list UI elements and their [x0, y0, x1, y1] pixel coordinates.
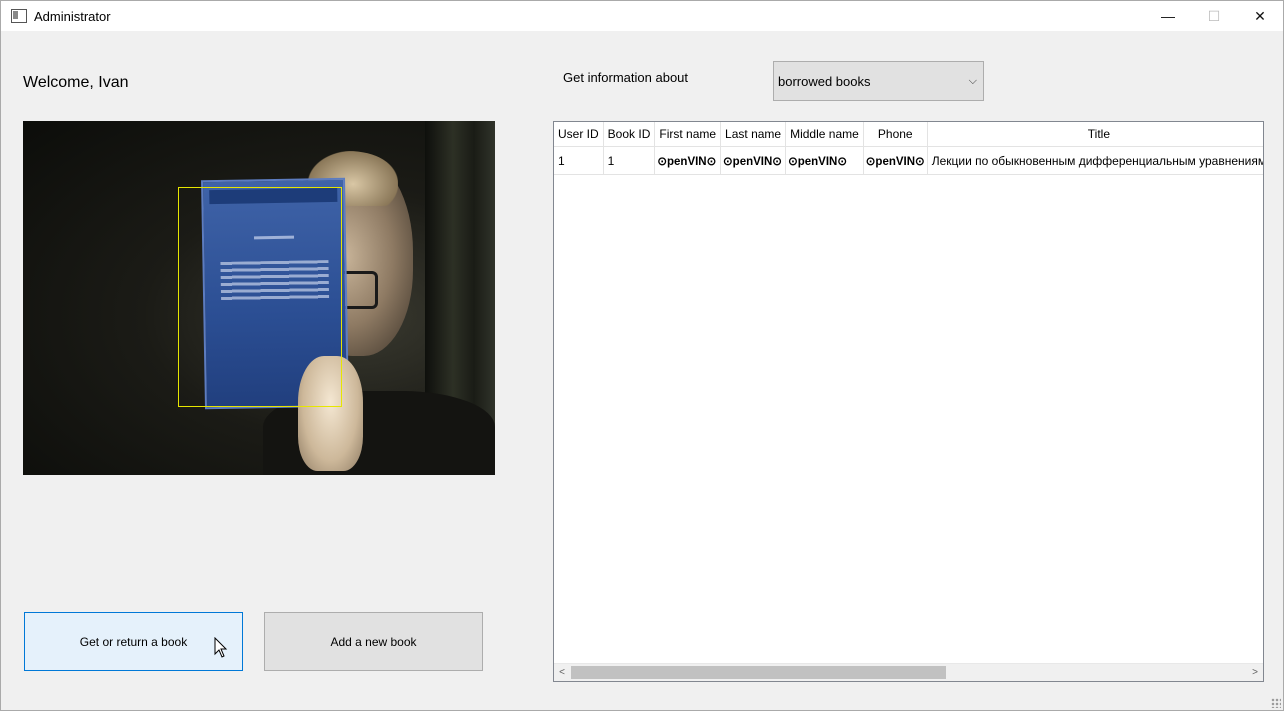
- info-type-selected-value: borrowed books: [778, 73, 871, 89]
- column-header-middle-name[interactable]: Middle name: [785, 122, 864, 147]
- chevron-down-icon: ⌵: [968, 75, 977, 87]
- mouse-cursor-icon: [214, 637, 228, 658]
- column-header-phone[interactable]: Phone: [863, 122, 928, 147]
- cell-phone[interactable]: ⊙penVIN⊙: [863, 146, 928, 175]
- column-header-last-name[interactable]: Last name: [720, 122, 787, 147]
- add-new-book-button[interactable]: Add a new book: [264, 612, 483, 671]
- column-header-title[interactable]: Title: [927, 122, 1263, 147]
- cell-user-id[interactable]: 1: [554, 146, 604, 175]
- info-label: Get information about: [563, 70, 689, 85]
- column-header-user-id[interactable]: User ID: [554, 122, 604, 147]
- cell-first-name[interactable]: ⊙penVIN⊙: [654, 146, 722, 175]
- camera-feed: [23, 121, 495, 475]
- results-table: User ID Book ID First name Last name Mid…: [553, 121, 1264, 682]
- maximize-button[interactable]: ☐: [1191, 1, 1237, 31]
- table-header-row: User ID Book ID First name Last name Mid…: [554, 122, 1263, 147]
- info-type-select[interactable]: borrowed books ⌵: [773, 61, 984, 101]
- horizontal-scrollbar[interactable]: < >: [554, 663, 1263, 681]
- welcome-label: Welcome, Ivan: [23, 74, 129, 91]
- scroll-right-arrow-icon[interactable]: >: [1247, 665, 1263, 680]
- cell-book-id[interactable]: 1: [603, 146, 656, 175]
- app-icon: [11, 9, 27, 23]
- minimize-button[interactable]: —: [1145, 1, 1191, 31]
- cell-last-name[interactable]: ⊙penVIN⊙: [720, 146, 787, 175]
- app-window: Administrator — ☐ ✕ Welcome, Ivan Get or…: [0, 0, 1284, 711]
- get-or-return-book-button[interactable]: Get or return a book: [24, 612, 243, 671]
- table-row[interactable]: 1 1 ⊙penVIN⊙ ⊙penVIN⊙ ⊙penVIN⊙ ⊙penVIN⊙ …: [554, 146, 1263, 175]
- scroll-left-arrow-icon[interactable]: <: [554, 665, 570, 680]
- column-header-first-name[interactable]: First name: [654, 122, 722, 147]
- detection-box: [178, 187, 342, 407]
- cell-title[interactable]: Лекции по обыкновенным дифференциальным …: [927, 146, 1263, 175]
- window-controls: — ☐ ✕: [1145, 1, 1283, 31]
- title-bar: Administrator — ☐ ✕: [1, 1, 1283, 31]
- column-header-book-id[interactable]: Book ID: [603, 122, 656, 147]
- window-title: Administrator: [34, 8, 111, 24]
- close-button[interactable]: ✕: [1237, 1, 1283, 31]
- cell-middle-name[interactable]: ⊙penVIN⊙: [785, 146, 864, 175]
- resize-grip-icon[interactable]: [1271, 698, 1281, 708]
- scrollbar-thumb[interactable]: [571, 666, 946, 679]
